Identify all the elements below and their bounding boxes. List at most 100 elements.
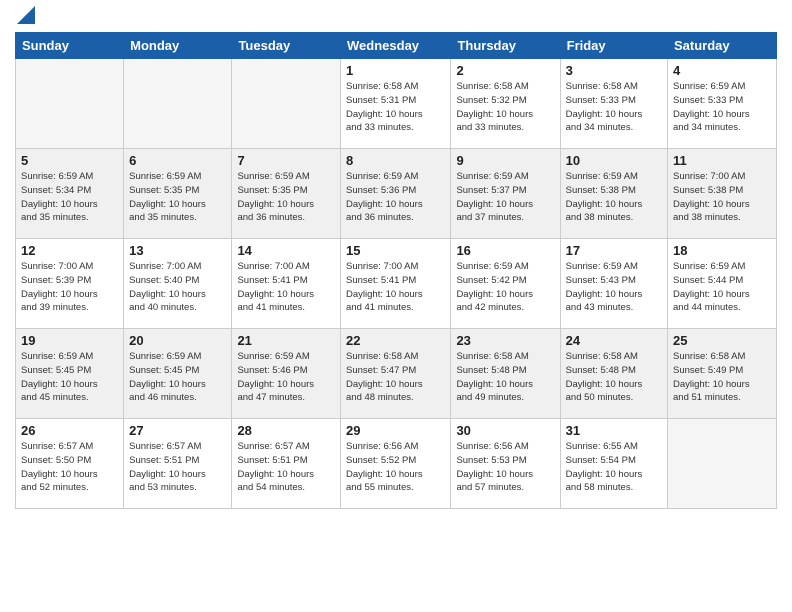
calendar-cell: 2 Sunrise: 6:58 AM Sunset: 5:32 PM Daylig… [451, 59, 560, 149]
calendar-cell: 18 Sunrise: 6:59 AM Sunset: 5:44 PM Dayli… [668, 239, 777, 329]
calendar-cell: 31 Sunrise: 6:55 AM Sunset: 5:54 PM Dayli… [560, 419, 667, 509]
calendar-cell: 5 Sunrise: 6:59 AM Sunset: 5:34 PM Daylig… [16, 149, 124, 239]
logo [15, 10, 35, 24]
day-number: 13 [129, 243, 226, 258]
page: SundayMondayTuesdayWednesdayThursdayFrid… [0, 0, 792, 519]
calendar-cell: 16 Sunrise: 6:59 AM Sunset: 5:42 PM Dayli… [451, 239, 560, 329]
calendar-cell: 20Sunrise: 6:59 AM Sunset: 5:45 PM Dayli… [124, 329, 232, 419]
day-info: Sunrise: 6:58 AM Sunset: 5:48 PM Dayligh… [456, 350, 554, 405]
day-info: Sunrise: 6:59 AM Sunset: 5:35 PM Dayligh… [237, 170, 335, 225]
day-number: 8 [346, 153, 445, 168]
weekday-header-monday: Monday [124, 33, 232, 59]
day-info: Sunrise: 6:58 AM Sunset: 5:33 PM Dayligh… [566, 80, 662, 135]
calendar-cell: 21 Sunrise: 6:59 AM Sunset: 5:46 PM Dayli… [232, 329, 341, 419]
calendar-cell [232, 59, 341, 149]
day-info: Sunrise: 7:00 AM Sunset: 5:41 PM Dayligh… [237, 260, 335, 315]
day-number: 25 [673, 333, 771, 348]
calendar-week-1: 1 Sunrise: 6:58 AM Sunset: 5:31 PM Daylig… [16, 59, 777, 149]
calendar-cell: 30 Sunrise: 6:56 AM Sunset: 5:53 PM Dayli… [451, 419, 560, 509]
calendar-cell: 15 Sunrise: 7:00 AM Sunset: 5:41 PM Dayli… [341, 239, 451, 329]
day-number: 24 [566, 333, 662, 348]
day-number: 11 [673, 153, 771, 168]
day-number: 5 [21, 153, 118, 168]
day-info: Sunrise: 7:00 AM Sunset: 5:39 PM Dayligh… [21, 260, 118, 315]
day-info: Sunrise: 6:59 AM Sunset: 5:36 PM Dayligh… [346, 170, 445, 225]
day-number: 22 [346, 333, 445, 348]
calendar-header-row: SundayMondayTuesdayWednesdayThursdayFrid… [16, 33, 777, 59]
calendar-cell: 7 Sunrise: 6:59 AM Sunset: 5:35 PM Daylig… [232, 149, 341, 239]
day-number: 15 [346, 243, 445, 258]
day-info: Sunrise: 6:55 AM Sunset: 5:54 PM Dayligh… [566, 440, 662, 495]
calendar-cell: 27 Sunrise: 6:57 AM Sunset: 5:51 PM Dayli… [124, 419, 232, 509]
day-number: 20 [129, 333, 226, 348]
day-number: 6 [129, 153, 226, 168]
day-number: 4 [673, 63, 771, 78]
day-number: 16 [456, 243, 554, 258]
day-number: 19 [21, 333, 118, 348]
calendar-week-2: 5 Sunrise: 6:59 AM Sunset: 5:34 PM Daylig… [16, 149, 777, 239]
day-info: Sunrise: 6:58 AM Sunset: 5:49 PM Dayligh… [673, 350, 771, 405]
weekday-header-saturday: Saturday [668, 33, 777, 59]
day-info: Sunrise: 6:57 AM Sunset: 5:51 PM Dayligh… [237, 440, 335, 495]
day-info: Sunrise: 6:59 AM Sunset: 5:44 PM Dayligh… [673, 260, 771, 315]
day-info: Sunrise: 6:59 AM Sunset: 5:38 PM Dayligh… [566, 170, 662, 225]
calendar-cell: 29 Sunrise: 6:56 AM Sunset: 5:52 PM Dayli… [341, 419, 451, 509]
day-info: Sunrise: 6:57 AM Sunset: 5:50 PM Dayligh… [21, 440, 118, 495]
calendar-cell: 28 Sunrise: 6:57 AM Sunset: 5:51 PM Dayli… [232, 419, 341, 509]
day-number: 23 [456, 333, 554, 348]
calendar-cell: 17Sunrise: 6:59 AM Sunset: 5:43 PM Dayli… [560, 239, 667, 329]
day-info: Sunrise: 6:59 AM Sunset: 5:34 PM Dayligh… [21, 170, 118, 225]
header [15, 10, 777, 24]
calendar-cell: 4 Sunrise: 6:59 AM Sunset: 5:33 PM Daylig… [668, 59, 777, 149]
day-info: Sunrise: 6:59 AM Sunset: 5:43 PM Dayligh… [566, 260, 662, 315]
calendar-cell: 24 Sunrise: 6:58 AM Sunset: 5:48 PM Dayli… [560, 329, 667, 419]
calendar-week-5: 26 Sunrise: 6:57 AM Sunset: 5:50 PM Dayli… [16, 419, 777, 509]
calendar: SundayMondayTuesdayWednesdayThursdayFrid… [15, 32, 777, 509]
day-info: Sunrise: 6:59 AM Sunset: 5:46 PM Dayligh… [237, 350, 335, 405]
calendar-cell: 6 Sunrise: 6:59 AM Sunset: 5:35 PM Daylig… [124, 149, 232, 239]
day-info: Sunrise: 6:58 AM Sunset: 5:32 PM Dayligh… [456, 80, 554, 135]
calendar-cell: 25 Sunrise: 6:58 AM Sunset: 5:49 PM Dayli… [668, 329, 777, 419]
calendar-cell: 1 Sunrise: 6:58 AM Sunset: 5:31 PM Daylig… [341, 59, 451, 149]
day-number: 27 [129, 423, 226, 438]
calendar-cell: 10 Sunrise: 6:59 AM Sunset: 5:38 PM Dayli… [560, 149, 667, 239]
day-number: 12 [21, 243, 118, 258]
calendar-cell: 8 Sunrise: 6:59 AM Sunset: 5:36 PM Daylig… [341, 149, 451, 239]
day-info: Sunrise: 7:00 AM Sunset: 5:41 PM Dayligh… [346, 260, 445, 315]
day-info: Sunrise: 7:00 AM Sunset: 5:38 PM Dayligh… [673, 170, 771, 225]
day-number: 7 [237, 153, 335, 168]
day-number: 1 [346, 63, 445, 78]
day-number: 30 [456, 423, 554, 438]
day-info: Sunrise: 6:56 AM Sunset: 5:52 PM Dayligh… [346, 440, 445, 495]
day-info: Sunrise: 6:58 AM Sunset: 5:47 PM Dayligh… [346, 350, 445, 405]
calendar-cell [16, 59, 124, 149]
day-number: 18 [673, 243, 771, 258]
day-number: 28 [237, 423, 335, 438]
day-info: Sunrise: 6:58 AM Sunset: 5:48 PM Dayligh… [566, 350, 662, 405]
calendar-cell: 22 Sunrise: 6:58 AM Sunset: 5:47 PM Dayli… [341, 329, 451, 419]
day-number: 3 [566, 63, 662, 78]
day-info: Sunrise: 6:57 AM Sunset: 5:51 PM Dayligh… [129, 440, 226, 495]
day-info: Sunrise: 6:56 AM Sunset: 5:53 PM Dayligh… [456, 440, 554, 495]
day-number: 26 [21, 423, 118, 438]
calendar-cell [668, 419, 777, 509]
calendar-cell: 13Sunrise: 7:00 AM Sunset: 5:40 PM Dayli… [124, 239, 232, 329]
day-info: Sunrise: 6:59 AM Sunset: 5:37 PM Dayligh… [456, 170, 554, 225]
calendar-cell: 12 Sunrise: 7:00 AM Sunset: 5:39 PM Dayli… [16, 239, 124, 329]
day-number: 2 [456, 63, 554, 78]
day-number: 10 [566, 153, 662, 168]
calendar-cell: 11 Sunrise: 7:00 AM Sunset: 5:38 PM Dayli… [668, 149, 777, 239]
day-number: 21 [237, 333, 335, 348]
calendar-cell [124, 59, 232, 149]
day-number: 9 [456, 153, 554, 168]
calendar-cell: 19Sunrise: 6:59 AM Sunset: 5:45 PM Dayli… [16, 329, 124, 419]
day-info: Sunrise: 6:59 AM Sunset: 5:42 PM Dayligh… [456, 260, 554, 315]
day-number: 31 [566, 423, 662, 438]
weekday-header-sunday: Sunday [16, 33, 124, 59]
day-info: Sunrise: 6:59 AM Sunset: 5:35 PM Dayligh… [129, 170, 226, 225]
calendar-cell: 14Sunrise: 7:00 AM Sunset: 5:41 PM Dayli… [232, 239, 341, 329]
day-info: Sunrise: 6:58 AM Sunset: 5:31 PM Dayligh… [346, 80, 445, 135]
weekday-header-thursday: Thursday [451, 33, 560, 59]
day-info: Sunrise: 6:59 AM Sunset: 5:33 PM Dayligh… [673, 80, 771, 135]
day-number: 29 [346, 423, 445, 438]
